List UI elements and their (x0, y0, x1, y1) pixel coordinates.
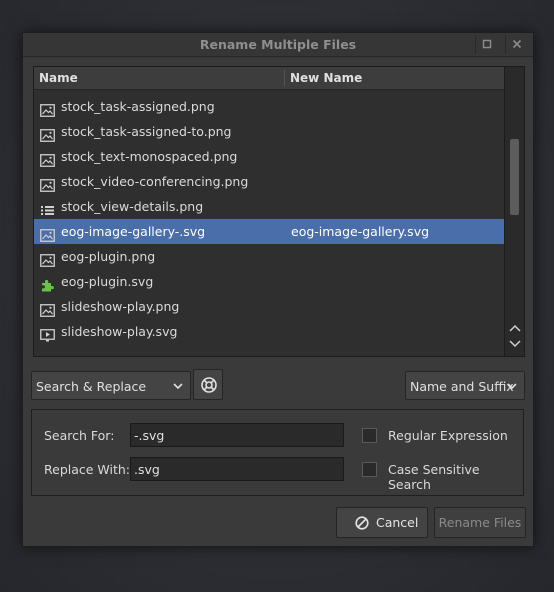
search-input[interactable] (130, 423, 344, 447)
search-label: Search For: (44, 428, 115, 443)
file-name: eog-plugin.png (61, 249, 156, 264)
regex-checkbox[interactable] (362, 428, 377, 443)
table-row[interactable]: eog-plugin.svg (34, 269, 504, 294)
table-row[interactable]: stock_video-conferencing.png (34, 169, 504, 194)
rename-target-select[interactable]: Name and Suffix (405, 371, 525, 400)
mode-select-value: Search & Replace (36, 379, 147, 394)
cancel-label: Cancel (376, 515, 419, 530)
table-row[interactable]: stock_view-details.png (34, 194, 504, 219)
image-file-icon (40, 300, 55, 317)
chevron-down-icon (507, 383, 517, 390)
cancel-button[interactable]: Cancel (336, 507, 428, 538)
file-name: stock_task-assigned.png (61, 99, 215, 114)
table-row[interactable]: slideshow-play.svg (34, 319, 504, 344)
column-separator[interactable] (284, 70, 285, 86)
table-row[interactable]: eog-plugin.png (34, 244, 504, 269)
rename-files-button[interactable]: Rename Files (434, 507, 526, 538)
file-name: slideshow-play.png (61, 299, 180, 314)
regex-label: Regular Expression (388, 428, 508, 443)
replace-input[interactable] (130, 457, 344, 481)
file-name: stock_video-conferencing.png (61, 174, 249, 189)
chevron-down-icon (173, 383, 183, 390)
rename-target-value: Name and Suffix (410, 379, 514, 394)
file-name: eog-plugin.svg (61, 274, 154, 289)
image-file-icon (40, 250, 55, 267)
list-header: Name New Name (34, 67, 504, 90)
image-file-icon (40, 150, 55, 167)
search-replace-panel: Search For: Replace With: Regular Expres… (31, 409, 524, 496)
new-file-name: eog-image-gallery.svg (291, 224, 430, 239)
mode-select[interactable]: Search & Replace (31, 371, 191, 400)
case-sensitive-checkbox[interactable] (362, 462, 377, 477)
image-file-icon (40, 175, 55, 192)
window-title: Rename Multiple Files (199, 37, 357, 52)
table-row-partial (34, 344, 504, 356)
list-scrollbar[interactable] (504, 67, 524, 356)
replace-label: Replace With: (44, 462, 131, 477)
scrollbar-thumb[interactable] (510, 139, 519, 215)
list-view-icon (40, 200, 55, 215)
table-row[interactable]: stock_task-assigned.png (34, 94, 504, 119)
file-name: stock_task-assigned-to.png (61, 124, 232, 139)
table-row[interactable]: slideshow-play.png (34, 294, 504, 319)
column-header-new-name[interactable]: New Name (290, 67, 362, 89)
rename-files-label: Rename Files (438, 515, 522, 530)
table-row[interactable]: stock_text-monospaced.png (34, 144, 504, 169)
puzzle-piece-icon (40, 275, 55, 292)
cancel-icon (355, 516, 369, 530)
help-button[interactable] (193, 369, 223, 400)
list-rows: stock_task-assigned.png stock_task-assign… (34, 90, 504, 356)
slideshow-icon (40, 325, 55, 342)
column-header-name[interactable]: Name (39, 67, 78, 89)
image-file-icon (40, 125, 55, 142)
file-name: stock_text-monospaced.png (61, 149, 238, 164)
close-icon[interactable] (505, 35, 528, 54)
table-row[interactable]: stock_task-assigned-to.png (34, 119, 504, 144)
image-file-icon (40, 100, 55, 117)
title-bar[interactable]: Rename Multiple Files (23, 33, 533, 57)
scroll-down-icon[interactable] (508, 339, 522, 351)
scroll-up-icon[interactable] (508, 323, 522, 335)
file-name: eog-image-gallery-.svg (61, 224, 206, 239)
file-name: stock_view-details.png (61, 199, 204, 214)
image-file-icon (40, 225, 55, 242)
file-name: slideshow-play.svg (61, 324, 178, 339)
lifebuoy-icon (201, 377, 217, 393)
rename-dialog: Rename Multiple Files Name New Name stoc… (22, 32, 534, 547)
table-row[interactable]: eog-image-gallery-.svg eog-image-gallery.… (34, 219, 504, 244)
file-list[interactable]: Name New Name stock_task-assigned.png sto… (33, 66, 525, 357)
maximize-icon[interactable] (475, 35, 498, 54)
case-sensitive-label: Case Sensitive Search (388, 462, 480, 492)
